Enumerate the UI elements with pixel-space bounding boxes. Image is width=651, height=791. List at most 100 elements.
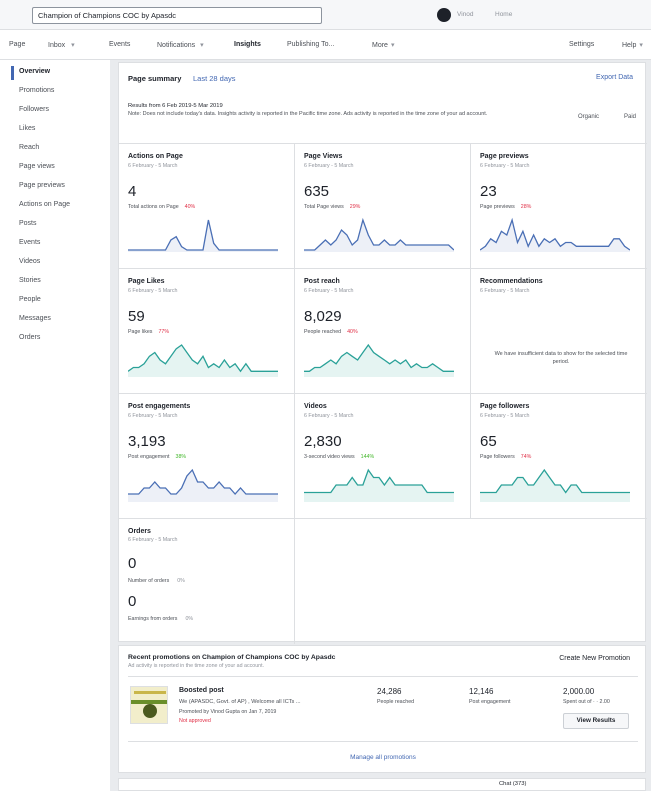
metric-value: 59: [128, 308, 145, 325]
thumbnail-text: [134, 691, 166, 694]
sparkline-area: [304, 470, 454, 502]
sidebar-item-reach[interactable]: Reach: [19, 144, 39, 151]
metric-label: Page likes: [128, 329, 153, 335]
sidebar-item-overview[interactable]: Overview: [19, 68, 50, 75]
period-selector[interactable]: Last 28 days: [193, 74, 236, 83]
metric-label: Total Page views: [304, 204, 344, 210]
tab-events[interactable]: Events: [109, 41, 130, 48]
chevron-down-icon: ▾: [71, 42, 75, 49]
sidebar-item-promotions[interactable]: Promotions: [19, 87, 54, 94]
sparkline-chart: [128, 219, 278, 252]
card-dates: 6 February - 5 March: [128, 537, 178, 543]
card-post-engagements[interactable]: Post engagements 6 February - 5 March 3,19…: [119, 394, 295, 519]
card-orders[interactable]: Orders 6 February - 5 March 0 Number of …: [119, 519, 295, 644]
sidebar-item-videos[interactable]: Videos: [19, 258, 40, 265]
sidebar-item-page-views[interactable]: Page views: [19, 163, 55, 170]
card-dates: 6 February - 5 March: [480, 288, 530, 294]
paid-toggle[interactable]: Paid: [624, 114, 636, 120]
sidebar-item-likes[interactable]: Likes: [19, 125, 35, 132]
metric-change: 40%: [184, 204, 196, 210]
tab-insights[interactable]: Insights: [234, 41, 261, 48]
tab-settings[interactable]: Settings: [569, 41, 594, 48]
metric-label: Total actions on Page: [128, 204, 179, 210]
card-title: Post engagements: [128, 403, 191, 410]
tab-help[interactable]: Help ▾: [622, 41, 643, 49]
tab-publishing-tools[interactable]: Publishing To...: [287, 41, 334, 48]
sidebar-item-stories[interactable]: Stories: [19, 277, 41, 284]
metric-change: 40%: [347, 329, 358, 335]
metric-change: 28%: [520, 204, 532, 210]
stat-label: People reached: [377, 699, 415, 705]
sparkline-area: [304, 345, 454, 377]
metric-label-row: 3-second video views 144%: [304, 454, 374, 460]
page-title: Page summary: [128, 74, 182, 83]
card-title: Post reach: [304, 278, 340, 285]
results-range: Results from 6 Feb 2019-5 Mar 2019: [128, 103, 223, 109]
sidebar-item-actions-on-page[interactable]: Actions on Page: [19, 201, 70, 208]
metric-label-row: Total actions on Page 40%: [128, 204, 195, 210]
tab-page[interactable]: Page: [9, 41, 25, 48]
card-page-views[interactable]: Page Views 6 February - 5 March 635 Total P…: [295, 144, 471, 269]
metric-change: 144%: [360, 454, 375, 460]
card-dates: 6 February - 5 March: [480, 163, 530, 169]
orders-count-label: Number of orders 0%: [128, 578, 185, 584]
view-results-button[interactable]: View Results: [563, 713, 629, 729]
card-title: Actions on Page: [128, 153, 183, 160]
metrics-grid: Actions on Page 6 February - 5 March 4 Tota…: [119, 143, 647, 644]
sidebar-item-events[interactable]: Events: [19, 239, 40, 246]
card-post-reach[interactable]: Post reach 6 February - 5 March 8,029 Peopl…: [295, 269, 471, 394]
metric-label-row: People reached 40%: [304, 329, 358, 335]
metric-label: 3-second video views: [304, 454, 355, 460]
sidebar-item-posts[interactable]: Posts: [19, 220, 37, 227]
stat-value: 2,000.00: [563, 687, 595, 696]
boosted-post-title[interactable]: Boosted post: [179, 687, 224, 694]
manage-promotions-link[interactable]: Manage all promotions: [119, 754, 647, 761]
sidebar-item-people[interactable]: People: [19, 296, 41, 303]
tab-notifications-label: Notifications: [157, 42, 196, 49]
metric-label: Earnings from orders: [128, 616, 178, 622]
card-page-likes[interactable]: Page Likes 6 February - 5 March 59 Page lik…: [119, 269, 295, 394]
metric-change: 38%: [175, 454, 187, 460]
sparkline-line: [128, 219, 278, 251]
create-promotion-button[interactable]: Create New Promotion: [559, 655, 630, 662]
promotions-subtitle: Ad activity is reported in the time zone…: [128, 663, 265, 669]
search-input[interactable]: Champion of Champions COC by Apasdc: [32, 7, 322, 24]
card-dates: 6 February - 5 March: [304, 163, 354, 169]
card-title: Videos: [304, 403, 327, 410]
divider: [128, 741, 638, 742]
card-dates: 6 February - 5 March: [128, 413, 178, 419]
sidebar-item-messages[interactable]: Messages: [19, 315, 51, 322]
card-recommendations[interactable]: Recommendations 6 February - 5 March We ha…: [471, 269, 647, 394]
export-data-link[interactable]: Export Data: [596, 74, 633, 81]
metric-change: 0%: [185, 616, 194, 622]
card-actions-on-page[interactable]: Actions on Page 6 February - 5 March 4 Tota…: [119, 144, 295, 269]
metric-change: 74%: [520, 454, 532, 460]
sidebar-item-page-previews[interactable]: Page previews: [19, 182, 65, 189]
tab-more[interactable]: More ▾: [372, 41, 394, 49]
profile-name-link[interactable]: Vinod: [457, 11, 474, 18]
organic-toggle[interactable]: Organic: [578, 114, 599, 120]
card-page-previews[interactable]: Page previews 6 February - 5 March 23 Page …: [471, 144, 647, 269]
stat-label: Spent out of · · 2.00: [563, 699, 610, 705]
metric-value: 23: [480, 183, 497, 200]
tab-notifications[interactable]: Notifications ▾: [157, 41, 204, 49]
card-videos[interactable]: Videos 6 February - 5 March 2,830 3-second …: [295, 394, 471, 519]
promoted-by: Promoted by Vinod Gupta on Jan 7, 2019: [179, 709, 277, 715]
sidebar-item-followers[interactable]: Followers: [19, 106, 49, 113]
sparkline-chart: [480, 468, 630, 502]
home-link[interactable]: Home: [495, 11, 512, 18]
metric-label: People reached: [304, 329, 342, 335]
card-dates: 6 February - 5 March: [304, 288, 354, 294]
post-engagement-stat: 12,146 Post engagement: [469, 687, 511, 705]
chat-bar[interactable]: Chat (373): [118, 778, 646, 791]
earnings-value: 0: [128, 593, 137, 610]
card-dates: 6 February - 5 March: [480, 413, 530, 419]
avatar[interactable]: [437, 8, 451, 22]
card-page-followers[interactable]: Page followers 6 February - 5 March 65 Page…: [471, 394, 647, 519]
tab-inbox[interactable]: Inbox ▾: [48, 41, 75, 49]
card-title: Page previews: [480, 153, 529, 160]
post-thumbnail[interactable]: [130, 686, 168, 724]
metric-label-row: Page likes 77%: [128, 329, 169, 335]
tab-inbox-label: Inbox: [48, 42, 66, 49]
sidebar-item-orders[interactable]: Orders: [19, 334, 40, 341]
